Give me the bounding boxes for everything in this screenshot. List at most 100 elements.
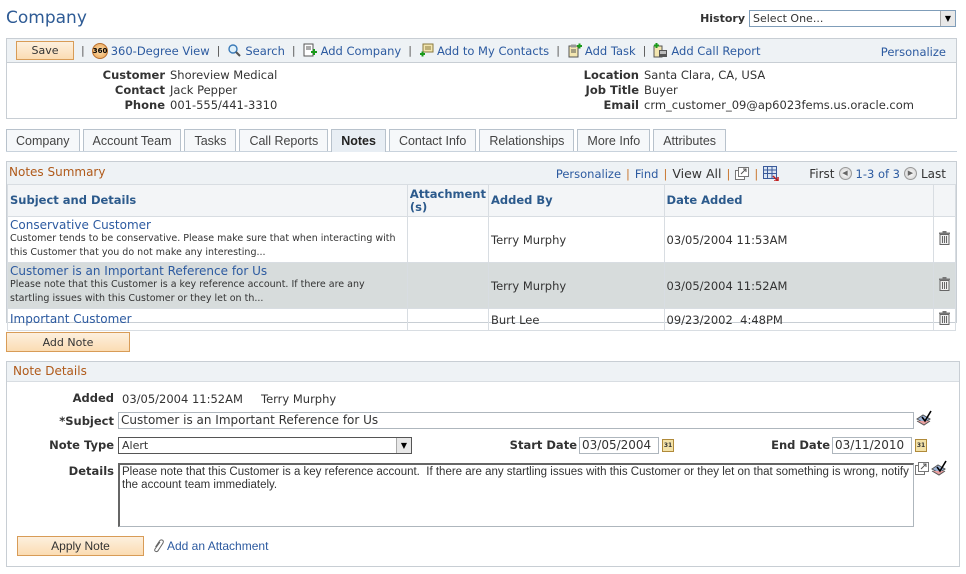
tab-account-team[interactable]: Account Team: [82, 129, 182, 151]
trash-icon[interactable]: [939, 311, 950, 325]
separator: |: [556, 44, 560, 57]
360-degree-view-link[interactable]: 360 360-Degree View: [91, 42, 210, 59]
column-header-subject[interactable]: Subject and Details: [7, 184, 408, 217]
separator: |: [642, 44, 647, 57]
add-task-link[interactable]: Add Task: [567, 43, 636, 58]
details-textarea[interactable]: Please note that this Customer is a key …: [118, 463, 914, 527]
note-details-title: Note Details: [13, 364, 87, 378]
new-window-icon[interactable]: [735, 167, 750, 180]
history-group: History Select One... ▼: [700, 10, 956, 27]
tab-call-reports[interactable]: Call Reports: [239, 129, 329, 151]
column-header-date-added[interactable]: Date Added: [663, 184, 935, 217]
separator: |: [754, 166, 759, 181]
location-value: Santa Clara, CA, USA: [644, 68, 766, 82]
personalize-link[interactable]: Personalize: [881, 45, 946, 59]
table-header-row: Subject and Details Attachment (s) Added…: [7, 184, 956, 217]
separator: |: [663, 166, 668, 181]
toolbar: Save | 360 360-Degree View | Search | Ad…: [6, 38, 957, 63]
apply-note-button[interactable]: Apply Note: [17, 536, 144, 556]
previous-icon[interactable]: ◀: [838, 167, 852, 180]
tab-more-info[interactable]: More Info: [577, 129, 651, 151]
history-select[interactable]: Select One... ▼: [749, 10, 956, 27]
separator: |: [81, 44, 85, 57]
info-row-location: Location Santa Clara, CA, USA: [7, 68, 766, 82]
separator: |: [216, 44, 221, 57]
notes-table: Subject and Details Attachment (s) Added…: [7, 184, 956, 331]
note-details-text: Customer tends to be conservative. Pleas…: [10, 233, 396, 258]
table-row[interactable]: Conservative Customer Customer tends to …: [7, 216, 956, 263]
history-select-value: Select One...: [753, 12, 824, 25]
next-icon[interactable]: ▶: [904, 167, 917, 180]
view-all-link[interactable]: View All: [672, 166, 721, 181]
spell-check-icon[interactable]: [915, 410, 932, 426]
find-link[interactable]: Find: [635, 167, 659, 181]
grid-navigation: Personalize | Find | View All | | First …: [556, 166, 946, 181]
add-contacts-icon: [419, 43, 434, 57]
subject-input[interactable]: Customer is an Important Reference for U…: [118, 412, 914, 429]
chevron-down-icon[interactable]: ▼: [940, 11, 955, 26]
history-label: History: [700, 12, 745, 25]
spell-check-icon[interactable]: [930, 460, 947, 476]
tab-bar: Company Account Team Tasks Call Reports …: [6, 129, 957, 152]
end-date-label: End Date: [771, 438, 830, 452]
grid-personalize-link[interactable]: Personalize: [556, 167, 621, 181]
end-date-input[interactable]: 03/11/2010: [832, 437, 912, 454]
tab-notes[interactable]: Notes: [331, 129, 386, 152]
add-call-report-link[interactable]: Add Call Report: [653, 43, 761, 58]
360-icon: 360: [91, 42, 108, 59]
tab-relationships[interactable]: Relationships: [479, 129, 575, 151]
table-row[interactable]: Customer is an Important Reference for U…: [7, 262, 956, 309]
column-header-actions: [933, 184, 956, 217]
first-label: First: [809, 166, 835, 181]
search-icon: [228, 44, 242, 57]
note-type-label: Note Type: [49, 438, 114, 452]
note-subject-link[interactable]: Customer is an Important Reference for U…: [10, 265, 405, 278]
added-by: Terry Murphy: [261, 392, 337, 406]
column-header-added-by[interactable]: Added By: [488, 184, 665, 217]
job-title-label: Job Title: [585, 83, 639, 97]
note-details-panel: Note Details Added 03/05/2004 11:52AM Te…: [6, 361, 960, 567]
email-label: Email: [603, 98, 639, 112]
calendar-icon[interactable]: 31: [662, 439, 674, 452]
note-added-by: Terry Murphy: [488, 262, 665, 309]
note-attachment: [406, 308, 490, 331]
note-subject-link[interactable]: Important Customer: [10, 313, 405, 326]
tab-company[interactable]: Company: [6, 129, 80, 151]
details-label: Details: [68, 464, 114, 478]
separator: |: [626, 166, 630, 181]
last-label: Last: [921, 166, 946, 181]
add-to-my-contacts-link[interactable]: Add to My Contacts: [419, 43, 549, 58]
expand-icon[interactable]: [915, 462, 929, 475]
info-row-email: Email crm_customer_09@ap6023fems.us.orac…: [7, 98, 914, 112]
tab-contact-info[interactable]: Contact Info: [388, 129, 477, 151]
trash-icon[interactable]: [939, 231, 950, 245]
note-subject-link[interactable]: Conservative Customer: [10, 219, 405, 232]
add-company-link[interactable]: Add Company: [303, 43, 401, 58]
note-attachment: [406, 216, 490, 263]
email-value: crm_customer_09@ap6023fems.us.oracle.com: [644, 98, 914, 112]
table-row[interactable]: Important Customer Burt Lee 09/23/2002 4…: [7, 308, 956, 331]
start-date-input[interactable]: 03/05/2004: [579, 437, 659, 454]
column-header-attachment[interactable]: Attachment (s): [406, 184, 490, 217]
added-label: Added: [72, 391, 114, 405]
trash-icon[interactable]: [939, 277, 950, 291]
location-label: Location: [583, 68, 639, 82]
job-title-value: Buyer: [644, 83, 678, 97]
add-attachment-link[interactable]: Add an Attachment: [152, 539, 268, 553]
add-note-button[interactable]: Add Note: [6, 332, 130, 352]
tab-attributes[interactable]: Attributes: [653, 129, 727, 151]
note-date-added: 09/23/2002 4:48PM: [663, 308, 935, 331]
note-added-by: Terry Murphy: [488, 216, 665, 263]
separator: |: [726, 166, 731, 181]
calendar-icon[interactable]: 31: [915, 439, 927, 452]
search-link[interactable]: Search: [227, 43, 285, 58]
add-call-report-icon: [653, 43, 668, 58]
save-button[interactable]: Save: [16, 41, 74, 60]
chevron-down-icon[interactable]: ▼: [396, 438, 411, 453]
note-attachment: [406, 262, 490, 309]
notes-summary-grid: Notes Summary Personalize | Find | View …: [6, 161, 957, 331]
note-date-added: 03/05/2004 11:53AM: [663, 216, 935, 263]
tab-tasks[interactable]: Tasks: [184, 129, 237, 151]
note-type-select[interactable]: Alert ▼: [118, 437, 412, 454]
download-grid-icon[interactable]: [763, 166, 779, 181]
